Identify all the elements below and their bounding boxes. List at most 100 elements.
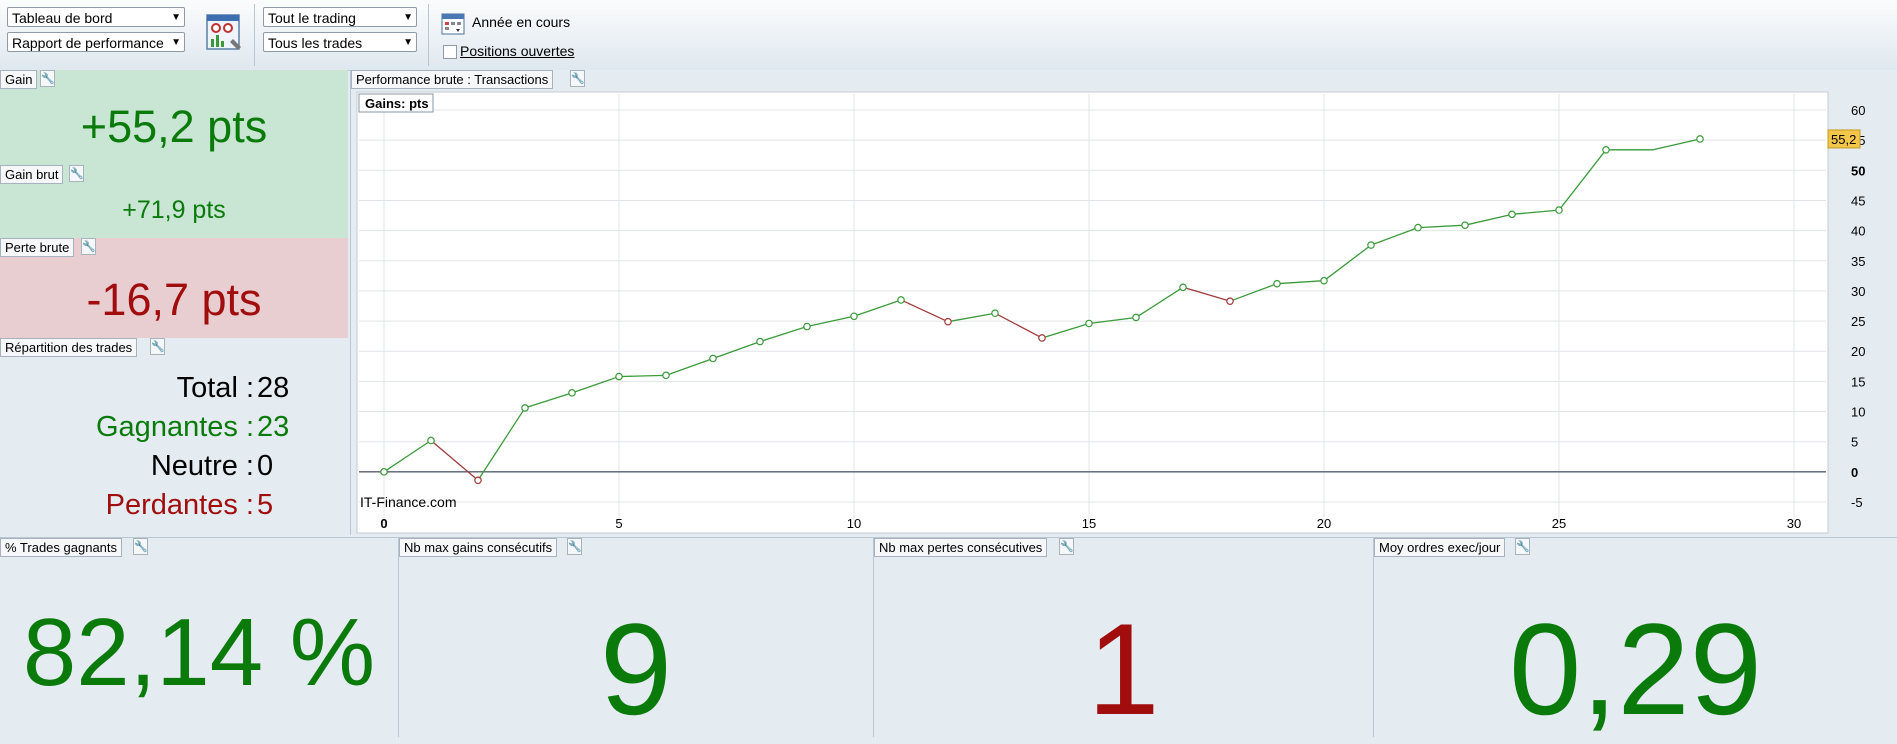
y-tick-label: 15 — [1851, 374, 1865, 389]
chart-panel: Performance brute : Transactions 🔧 0 5 10 1… — [350, 70, 1897, 535]
gain-brut-title: Gain brut — [0, 165, 64, 184]
perte-brute-value: -16,7 pts — [86, 274, 262, 325]
report-select[interactable]: Rapport de performance ▼ — [7, 32, 185, 52]
scope-select[interactable]: Tout le trading ▼ — [263, 7, 417, 27]
stat-max-consecutive-losses: Nb max pertes consécutives 🔧 1 — [873, 537, 1373, 742]
dashboard-settings-icon[interactable] — [205, 13, 245, 53]
stat-max-consecutive-gains: Nb max gains consécutifs 🔧 9 — [398, 537, 873, 742]
data-point — [850, 312, 858, 321]
data-point — [756, 337, 764, 346]
gain-value: +55,2 pts — [80, 101, 268, 152]
data-point — [1696, 135, 1704, 143]
x-tick-label: 20 — [1317, 516, 1331, 531]
data-point — [1320, 276, 1328, 285]
period-label[interactable]: Année en cours — [472, 14, 570, 30]
data-point — [427, 436, 435, 445]
wrench-icon[interactable]: 🔧 — [1059, 538, 1074, 555]
wrench-icon[interactable]: 🔧 — [69, 165, 84, 182]
data-point — [568, 389, 576, 397]
open-positions-checkbox[interactable] — [443, 45, 457, 59]
x-tick-label: 25 — [1552, 516, 1566, 531]
data-point — [897, 296, 905, 304]
gain-title: Gain — [0, 70, 38, 89]
y-tick-label: 60 — [1851, 103, 1865, 118]
repartition-title: Répartition des trades — [0, 338, 138, 357]
stat-value: 0,29 — [1508, 596, 1763, 742]
data-point — [615, 372, 623, 381]
rep-value: 0 — [257, 450, 274, 482]
gain-panel: Gain 🔧 +55,2 pts Gain brut 🔧 +71,9 pts — [0, 70, 348, 238]
rep-label: Total : — [176, 372, 254, 404]
repartition-panel: Répartition des trades 🔧 Total : 28 Gagn… — [0, 338, 348, 535]
y-tick-label: 30 — [1851, 284, 1865, 299]
stat-value: 1 — [1087, 596, 1160, 742]
data-point — [803, 322, 811, 331]
data-point — [1132, 313, 1140, 322]
data-point — [709, 354, 717, 363]
chevron-down-icon: ▼ — [171, 12, 181, 23]
performance-chart[interactable]: 051015202530 -5051015202530354045505560 … — [351, 70, 1897, 535]
rep-value: 23 — [257, 411, 290, 443]
last-value-label: 55,2 — [1831, 132, 1856, 147]
wrench-icon[interactable]: 🔧 — [567, 538, 582, 555]
toolbar: Tableau de bord ▼ Rapport de performance… — [0, 0, 1897, 71]
wrench-icon[interactable]: 🔧 — [1515, 538, 1530, 555]
stat-title: Moy ordres exec/jour — [1374, 538, 1506, 557]
perte-brute-title: Perte brute — [0, 238, 75, 257]
view-select-value: Tableau de bord — [12, 10, 113, 26]
rep-label: Neutre : — [150, 450, 254, 482]
rep-label: Gagnantes : — [96, 411, 254, 443]
stat-avg-orders-per-day: Moy ordres exec/jour 🔧 0,29 — [1373, 537, 1897, 742]
data-point — [1226, 297, 1234, 305]
x-tick-label: 30 — [1787, 516, 1801, 531]
data-point — [991, 309, 999, 318]
stat-title: % Trades gagnants — [0, 538, 123, 557]
wrench-icon[interactable]: 🔧 — [150, 338, 165, 355]
stat-value: 9 — [599, 596, 673, 742]
wrench-icon[interactable]: 🔧 — [40, 70, 55, 87]
trades-select-value: Tous les trades — [268, 35, 363, 51]
x-tick-label: 0 — [380, 516, 387, 531]
data-point — [1179, 283, 1187, 292]
y-tick-label: 20 — [1851, 344, 1865, 359]
rep-label: Perdantes : — [105, 489, 254, 521]
data-point — [1273, 279, 1281, 288]
toolbar-separator — [254, 4, 255, 66]
x-tick-label: 5 — [615, 516, 622, 531]
trades-select[interactable]: Tous les trades ▼ — [263, 32, 417, 52]
y-tick-label: 35 — [1851, 254, 1865, 269]
scope-select-value: Tout le trading — [268, 10, 356, 26]
data-point — [1085, 319, 1093, 328]
wrench-icon[interactable]: 🔧 — [81, 238, 96, 255]
chart-watermark: IT-Finance.com — [360, 494, 456, 510]
calendar-icon[interactable] — [441, 11, 465, 35]
rep-value: 5 — [257, 489, 274, 521]
y-tick-label: -5 — [1851, 495, 1863, 510]
data-point — [944, 317, 952, 326]
open-positions-label[interactable]: Positions ouvertes — [460, 43, 574, 59]
chevron-down-icon: ▼ — [403, 12, 413, 23]
stat-title: Nb max pertes consécutives — [874, 538, 1048, 557]
view-select[interactable]: Tableau de bord ▼ — [7, 7, 185, 27]
data-point — [1555, 206, 1563, 214]
perte-brute-panel: Perte brute 🔧 -16,7 pts — [0, 238, 348, 338]
data-point — [521, 404, 529, 412]
y-axis-ticks: -5051015202530354045505560 — [1851, 103, 1865, 510]
rep-value: 28 — [257, 372, 290, 404]
report-select-value: Rapport de performance — [12, 35, 164, 51]
data-point — [1038, 334, 1046, 342]
y-tick-label: 40 — [1851, 224, 1865, 239]
stat-value: 82,14 % — [22, 599, 376, 706]
chart-title: Gains: pts — [365, 96, 429, 111]
y-tick-label: 5 — [1851, 435, 1858, 450]
wrench-icon[interactable]: 🔧 — [133, 538, 148, 555]
x-tick-label: 15 — [1082, 516, 1096, 531]
stat-win-rate: % Trades gagnants 🔧 82,14 % — [0, 537, 398, 737]
chevron-down-icon: ▼ — [171, 37, 181, 48]
data-point — [662, 371, 670, 380]
gain-brut-value: +71,9 pts — [122, 196, 226, 224]
data-point — [1602, 146, 1610, 154]
toolbar-separator — [428, 4, 429, 66]
data-point — [1414, 223, 1422, 232]
y-tick-label: 25 — [1851, 314, 1865, 329]
